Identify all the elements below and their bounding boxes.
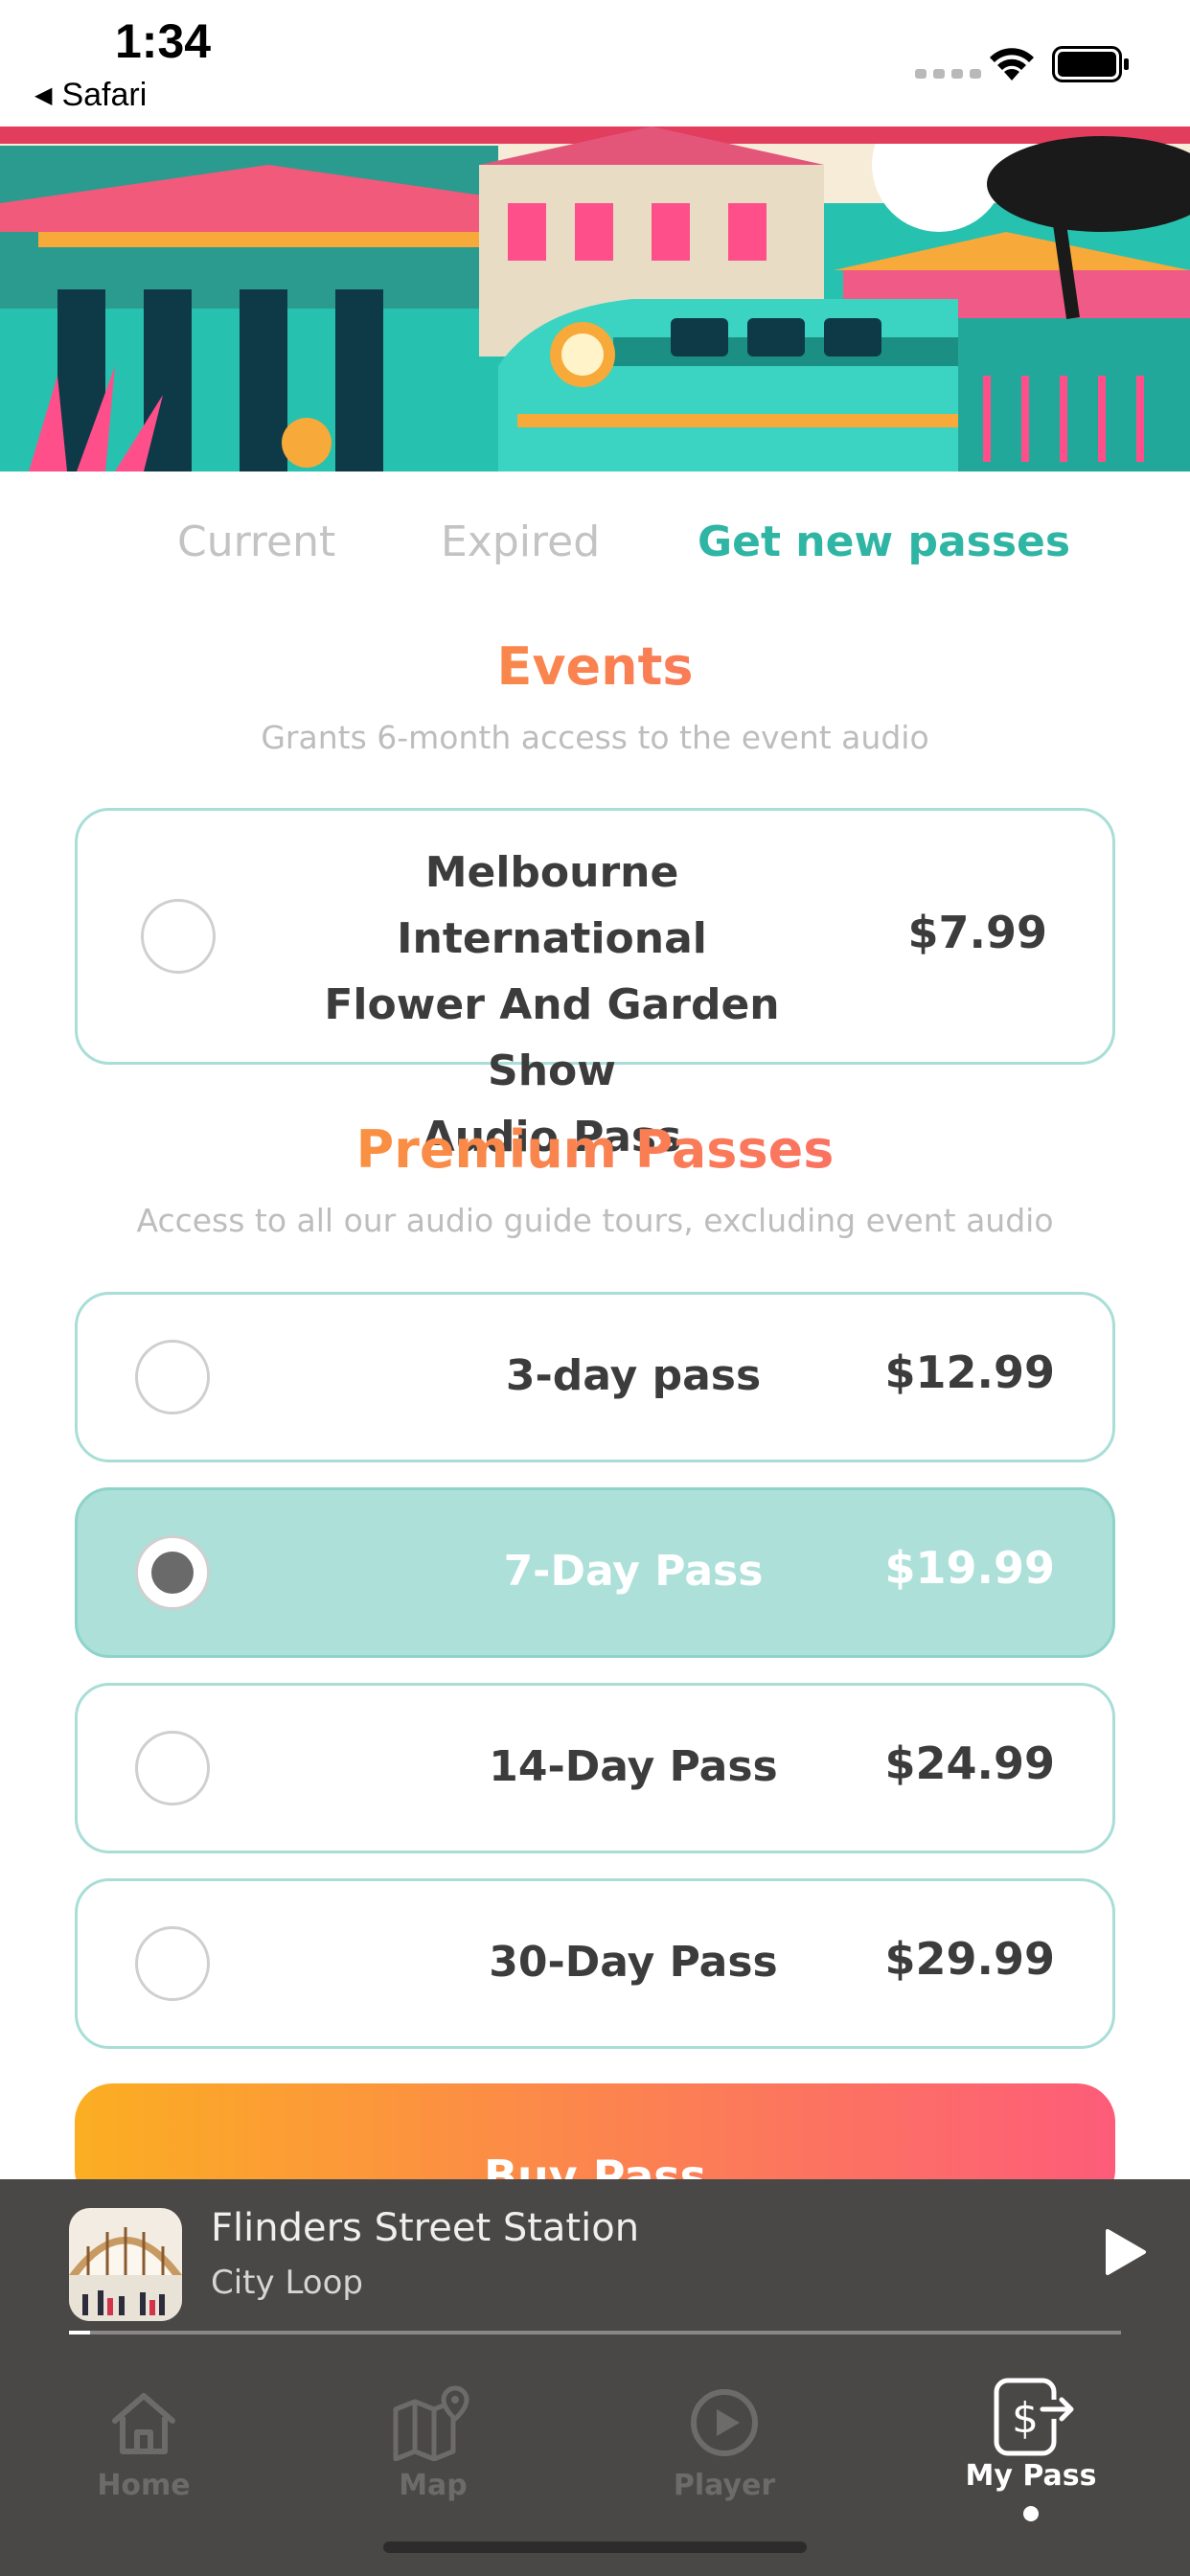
tab-map[interactable]: Map xyxy=(318,2384,548,2502)
pass-price: $19.99 xyxy=(884,1542,1055,1594)
tab-my-pass[interactable]: $ My Pass xyxy=(916,2377,1146,2521)
now-playing-subtitle: City Loop xyxy=(211,2264,363,2302)
pass-name: 7-Day Pass xyxy=(503,1547,764,1596)
bottom-tab-bar: Home Map Player $ My Pass xyxy=(0,2342,1190,2576)
pass-price: $29.99 xyxy=(884,1933,1055,1985)
event-pass-card[interactable]: Melbourne International Flower And Garde… xyxy=(75,808,1115,1162)
tab-get-new-passes[interactable]: Get new passes xyxy=(698,518,1070,566)
map-icon xyxy=(393,2385,469,2461)
playback-progress-fill xyxy=(69,2331,90,2334)
tab-map-label: Map xyxy=(399,2469,468,2502)
pass-name: 30-Day Pass xyxy=(489,1938,778,1987)
premium-pass-card-7-day[interactable]: 7-Day Pass $19.99 xyxy=(75,1487,1115,1658)
hero-banner-image xyxy=(0,126,1190,472)
pass-name: 14-Day Pass xyxy=(489,1742,778,1791)
event-pass-name-line: Flower And Garden Show xyxy=(324,980,780,1095)
active-tab-indicator xyxy=(1023,2506,1039,2521)
premium-pass-card-3-day[interactable]: 3-day pass $12.99 xyxy=(75,1292,1115,1462)
playback-progress-bar[interactable] xyxy=(69,2331,1121,2334)
status-bar: 1:34 ◀ Safari xyxy=(0,0,1190,126)
tab-player[interactable]: Player xyxy=(609,2384,839,2502)
tab-home-label: Home xyxy=(97,2469,191,2502)
tab-home[interactable]: Home xyxy=(29,2384,259,2502)
radio-button[interactable] xyxy=(141,899,216,974)
cellular-signal-icon xyxy=(915,69,981,79)
premium-pass-card-14-day[interactable]: 14-Day Pass $24.99 xyxy=(75,1683,1115,1853)
back-to-app-button[interactable]: ◀ Safari xyxy=(34,77,147,114)
pass-icon: $ xyxy=(994,2378,1074,2456)
back-app-label: Safari xyxy=(61,77,148,113)
radio-button[interactable] xyxy=(135,1926,210,2001)
home-indicator xyxy=(383,2542,807,2553)
radio-button[interactable] xyxy=(135,1535,210,1610)
tab-current[interactable]: Current xyxy=(177,518,335,566)
battery-icon xyxy=(1052,46,1129,82)
pass-price: $24.99 xyxy=(884,1737,1055,1789)
events-section-subtitle: Grants 6-month access to the event audio xyxy=(261,719,929,756)
status-time: 1:34 xyxy=(115,14,212,68)
mini-player[interactable]: Flinders Street Station City Loop xyxy=(0,2179,1190,2342)
back-arrow-icon: ◀ xyxy=(34,82,53,108)
tab-player-label: Player xyxy=(673,2469,776,2502)
events-section-title: Events xyxy=(0,636,1190,697)
station-thumbnail-image xyxy=(69,2208,182,2321)
pass-tabs: Current Expired Get new passes xyxy=(0,518,1190,575)
premium-pass-card-30-day[interactable]: 30-Day Pass $29.99 xyxy=(75,1878,1115,2049)
radio-button[interactable] xyxy=(135,1340,210,1414)
event-pass-name-line: Melbourne International xyxy=(397,848,707,963)
premium-section-title: Premium Passes xyxy=(0,1119,1190,1180)
tab-my-pass-label: My Pass xyxy=(965,2459,1097,2493)
player-icon xyxy=(691,2389,758,2456)
event-pass-price: $7.99 xyxy=(907,907,1047,958)
tab-expired[interactable]: Expired xyxy=(441,518,600,566)
pass-price: $12.99 xyxy=(884,1346,1055,1398)
wifi-icon xyxy=(990,48,1034,80)
premium-section-subtitle: Access to all our audio guide tours, exc… xyxy=(136,1202,1054,1239)
now-playing-title: Flinders Street Station xyxy=(211,2206,640,2250)
pass-name: 3-day pass xyxy=(505,1351,762,1400)
radio-button[interactable] xyxy=(135,1731,210,1806)
play-icon[interactable] xyxy=(1102,2227,1148,2277)
home-icon xyxy=(112,2393,175,2454)
svg-text:$: $ xyxy=(1012,2394,1039,2443)
